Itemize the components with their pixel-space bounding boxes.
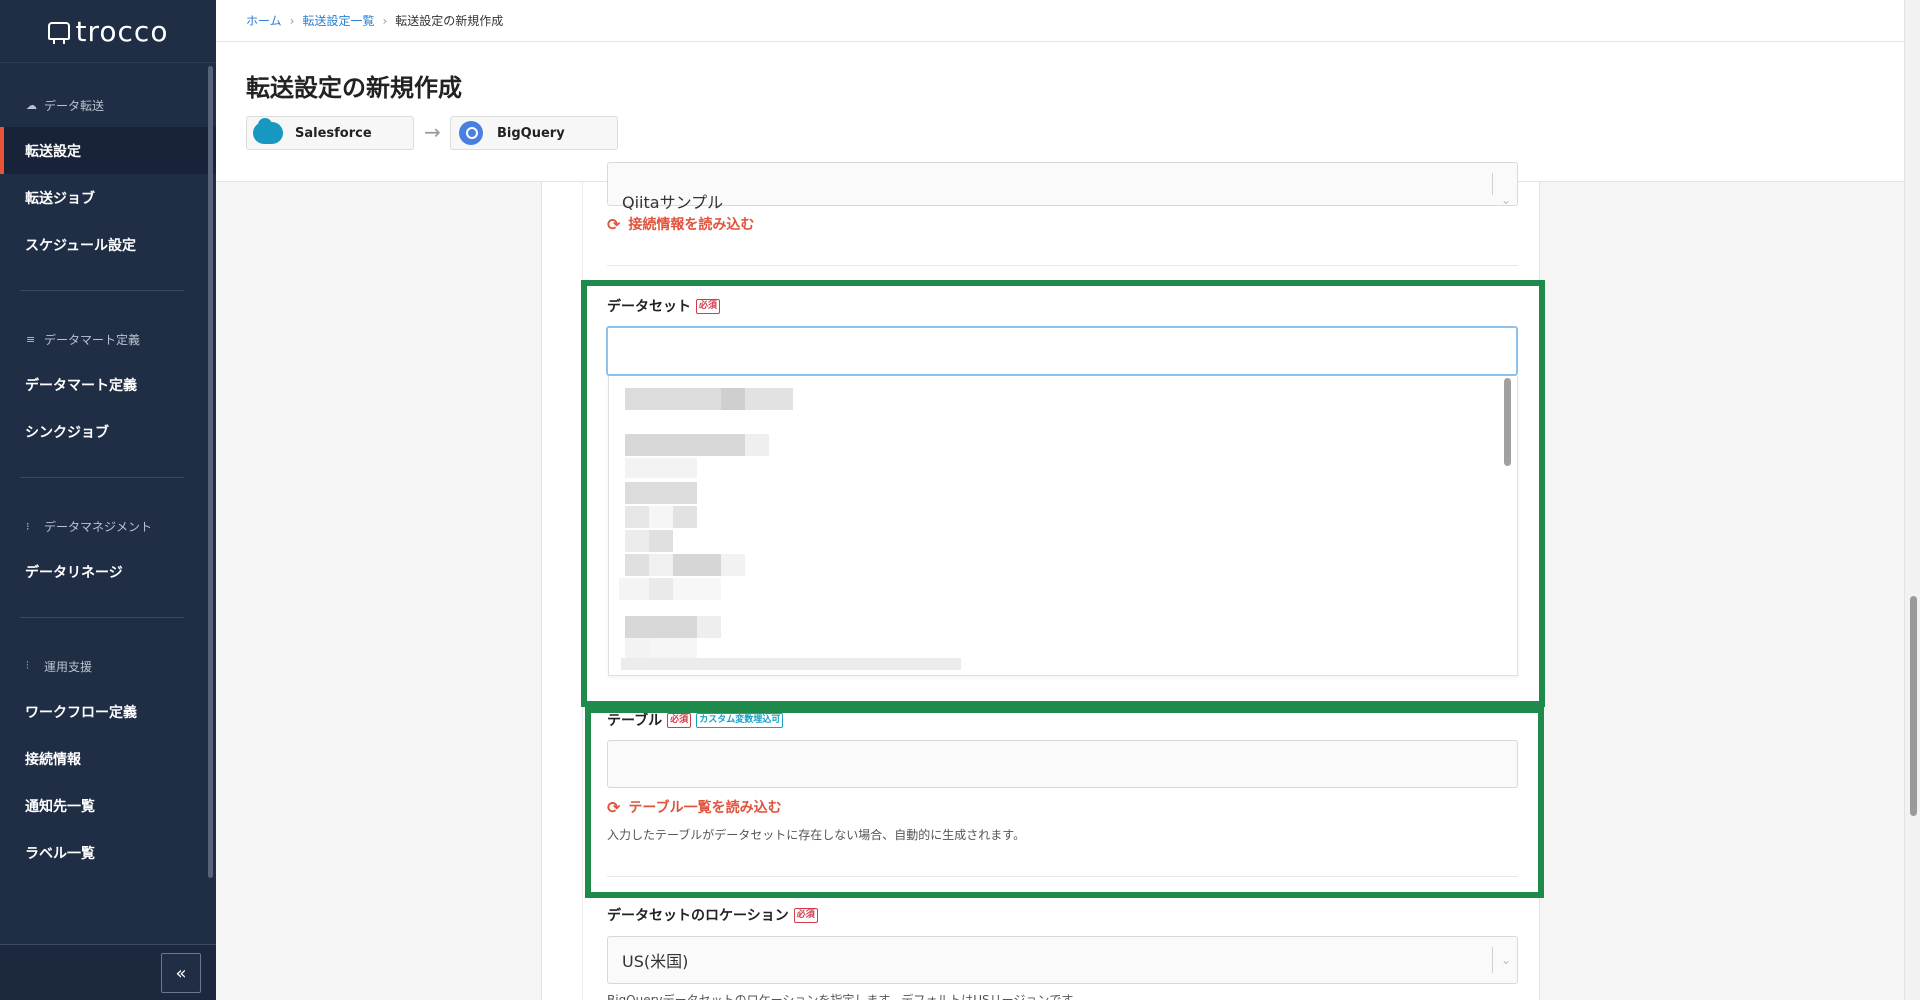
chevron-right-icon: › xyxy=(382,13,388,28)
breadcrumb-home[interactable]: ホーム xyxy=(246,12,282,29)
sidebar-item-label: ワークフロー定義 xyxy=(25,704,137,721)
page-header: ホーム › 転送設定一覧 › 転送設定の新規作成 転送設定の新規作成 Sales… xyxy=(216,0,1904,182)
logo-text: trocco xyxy=(75,14,169,48)
divider xyxy=(607,265,1518,266)
sidebar-heading: ⁝ データマネジメント xyxy=(0,514,216,538)
breadcrumb: ホーム › 転送設定一覧 › 転送設定の新規作成 xyxy=(246,12,503,29)
sidebar-item-label: シンクジョブ xyxy=(25,424,109,441)
sidebar-item-label: 接続情報 xyxy=(25,751,81,768)
location-select[interactable]: US(米国) ⌄ xyxy=(607,936,1518,984)
sidebar: trocco ☁ データ転送 転送設定 転送ジョブ スケジュール設定 ≡ データマー… xyxy=(0,0,216,1000)
sidebar-item-workflow[interactable]: ワークフロー定義 xyxy=(0,688,216,735)
chevron-right-icon: › xyxy=(289,13,295,28)
divider xyxy=(216,41,1904,42)
sidebar-section-transfer: ☁ データ転送 転送設定 転送ジョブ スケジュール設定 xyxy=(0,63,216,291)
location-help-text: BigQueryデータセットのロケーションを指定します。デフォルトはUSリージョ… xyxy=(607,993,1085,1000)
sidebar-section-ops: ⫶ 運用支援 ワークフロー定義 接続情報 通知先一覧 ラベル一覧 xyxy=(0,618,216,876)
collapse-icon: « xyxy=(175,962,187,984)
sidebar-heading: ≡ データマート定義 xyxy=(0,327,216,351)
sidebar-item-lineage[interactable]: データリネージ xyxy=(0,548,216,595)
page-scrollbar[interactable] xyxy=(1904,0,1920,1000)
breadcrumb-list[interactable]: 転送設定一覧 xyxy=(302,12,374,29)
sidebar-item-labels[interactable]: ラベル一覧 xyxy=(0,829,216,876)
location-select-value: US(米国) xyxy=(622,952,689,971)
reload-connection-button[interactable]: ⟳ 接続情報を読み込む xyxy=(607,214,754,234)
sidebar-item-label: データマート定義 xyxy=(25,377,137,394)
destination-connector: BigQuery xyxy=(450,116,618,150)
cloud-icon: ☁ xyxy=(26,98,37,112)
lineage-icon: ⁝ xyxy=(26,519,30,533)
sidebar-heading: ⫶ 運用支援 xyxy=(0,654,216,678)
sidebar-heading-label: データ転送 xyxy=(44,98,105,113)
salesforce-logo xyxy=(253,118,283,144)
sidebar-item-label: 転送設定 xyxy=(25,143,81,160)
trocco-logo-icon xyxy=(47,22,70,44)
reload-icon: ⟳ xyxy=(607,214,621,234)
tune-icon: ⫶ xyxy=(26,659,29,672)
sidebar-item-label: 通知先一覧 xyxy=(25,798,95,815)
list-icon: ≡ xyxy=(26,332,36,346)
trocco-logo[interactable]: trocco xyxy=(0,0,216,63)
location-label-text: データセットのロケーション xyxy=(607,908,789,924)
reload-connection-label: 接続情報を読み込む xyxy=(628,217,755,233)
page-title: 転送設定の新規作成 xyxy=(246,74,462,102)
bigquery-logo-mark xyxy=(459,121,483,145)
page-scrollbar-thumb[interactable] xyxy=(1910,596,1917,816)
chevron-down-icon: ⌄ xyxy=(1500,193,1511,207)
collapse-sidebar-button[interactable]: « xyxy=(161,953,201,993)
sidebar-item-transfer-jobs[interactable]: 転送ジョブ xyxy=(0,174,216,221)
sidebar-section-management: ⁝ データマネジメント データリネージ xyxy=(0,478,216,618)
select-divider xyxy=(1492,947,1493,973)
bigquery-logo xyxy=(457,119,485,147)
sidebar-heading-label: データマート定義 xyxy=(44,332,141,347)
sidebar-item-notifications[interactable]: 通知先一覧 xyxy=(0,782,216,829)
table-highlight-box xyxy=(585,707,1544,898)
sidebar-section-datamart: ≡ データマート定義 データマート定義 シンクジョブ xyxy=(0,291,216,478)
sidebar-item-sync-jobs[interactable]: シンクジョブ xyxy=(0,408,216,455)
sidebar-item-schedule[interactable]: スケジュール設定 xyxy=(0,221,216,268)
sidebar-item-label: ラベル一覧 xyxy=(25,845,95,862)
chevron-down-icon: ⌄ xyxy=(1500,953,1511,967)
breadcrumb-current: 転送設定の新規作成 xyxy=(395,14,504,28)
sidebar-scrollbar[interactable] xyxy=(208,66,213,878)
sidebar-item-label: スケジュール設定 xyxy=(25,237,137,254)
connection-select-value: Qiitaサンプル xyxy=(622,193,724,212)
sidebar-item-transfer-settings[interactable]: 転送設定 xyxy=(0,127,216,174)
sidebar-heading: ☁ データ転送 xyxy=(0,93,216,117)
required-badge: 必須 xyxy=(793,907,818,923)
sidebar-item-datamart[interactable]: データマート定義 xyxy=(0,361,216,408)
dataset-highlight-box xyxy=(581,280,1545,707)
sidebar-heading-label: 運用支援 xyxy=(44,659,93,674)
arrow-right-icon: → xyxy=(424,120,441,144)
sidebar-item-label: データリネージ xyxy=(25,564,123,581)
sidebar-item-connections[interactable]: 接続情報 xyxy=(0,735,216,782)
source-connector: Salesforce xyxy=(246,116,414,150)
source-connector-label: Salesforce xyxy=(295,125,372,141)
connection-select[interactable]: Qiitaサンプル ⌄ xyxy=(607,162,1518,212)
sidebar-heading-label: データマネジメント xyxy=(44,519,153,534)
sidebar-item-label: 転送ジョブ xyxy=(25,190,95,207)
location-label: データセットのロケーション 必須 xyxy=(607,905,818,925)
destination-connector-label: BigQuery xyxy=(497,125,565,141)
select-divider xyxy=(1492,173,1493,195)
